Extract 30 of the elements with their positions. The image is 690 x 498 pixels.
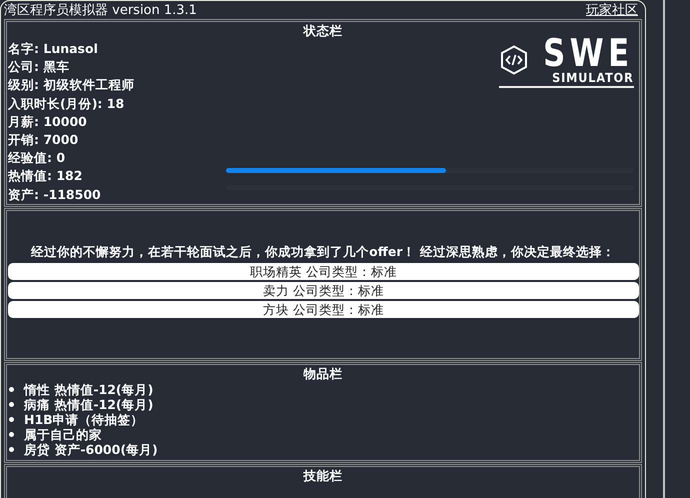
- code-hexagon-icon: [499, 45, 530, 75]
- bullet-icon: [9, 446, 14, 452]
- logo: SWE SIMULATOR: [499, 35, 634, 88]
- offer-choice-button[interactable]: 职场精英 公司类型：标准: [8, 262, 639, 280]
- panel-heading: 物品栏: [302, 364, 344, 382]
- bullet-icon: [9, 386, 14, 392]
- panel-heading: 技能栏: [302, 466, 344, 484]
- status-line: 公司: 黑车: [8, 58, 70, 76]
- bullet-icon: [9, 402, 14, 407]
- status-line: 经验值: 0: [8, 149, 66, 168]
- item-text: H1B申请（待抽签）: [24, 412, 144, 427]
- window-title: 湾区程序员模拟器 version 1.3.1: [4, 2, 197, 19]
- status-line: 级别: 初级软件工程师: [8, 76, 136, 94]
- offer-choice-button[interactable]: 卖力 公司类型：标准: [8, 282, 639, 299]
- bullet-icon: [9, 432, 14, 437]
- panel-heading: 状态栏: [302, 22, 344, 39]
- item-text: 房贷 资产-6000(每月): [24, 442, 158, 457]
- status-line: 资产: -118500: [8, 186, 102, 204]
- status-line: 名字: Lunasol: [8, 40, 99, 58]
- status-line: 开销: 7000: [8, 131, 80, 150]
- event-message: 经过你的不懈努力，在若干轮面试之后，你成功拿到了几个offer！ 经过深思熟虑，你决定最终选择：: [30, 244, 616, 261]
- item-text: 病痛 热情值-12(每月): [24, 396, 154, 412]
- item-text: 惰性 热情值-12(每月): [24, 382, 154, 397]
- item-text: 属于自己的家: [24, 426, 102, 442]
- status-line: 入职时长(月份): 18: [8, 94, 126, 113]
- offer-choice-button[interactable]: 方块 公司类型：标准: [8, 300, 639, 318]
- status-line: 月薪: 10000: [8, 112, 88, 131]
- status-line: 热情值: 182: [8, 167, 84, 186]
- bullet-icon: [9, 416, 14, 422]
- community-link[interactable]: 玩家社区: [586, 1, 638, 19]
